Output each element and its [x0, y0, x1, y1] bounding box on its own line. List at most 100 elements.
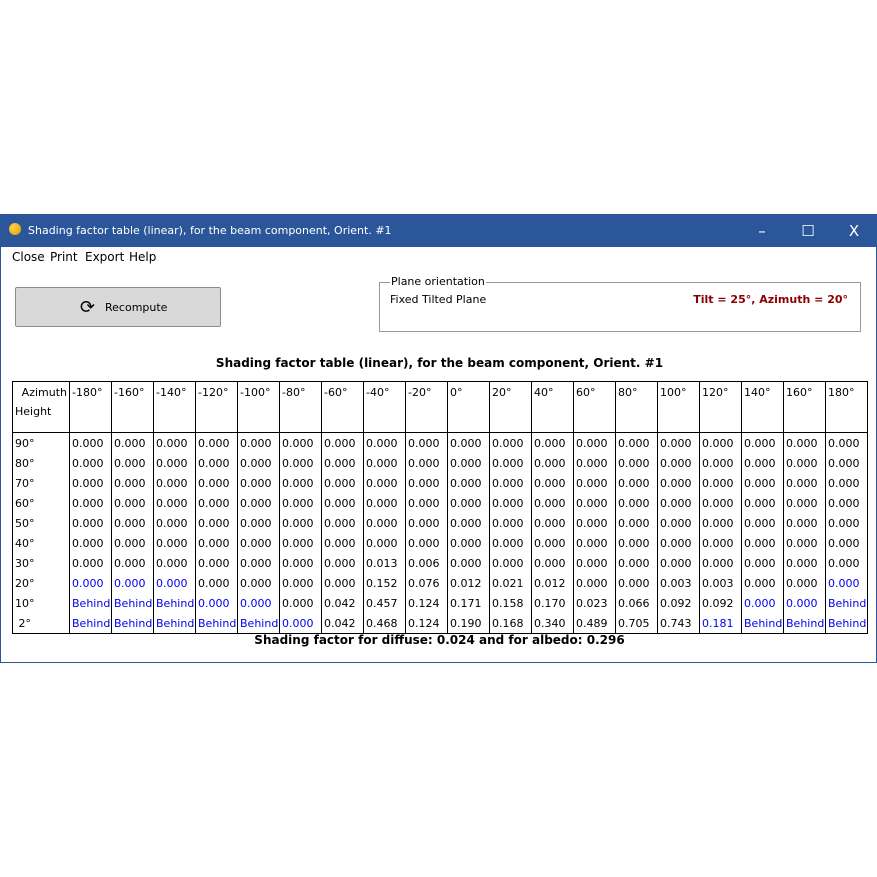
table-cell: 0.000 — [447, 513, 490, 533]
table-row: 40° 0.000 0.000 0.000 0.000 0.000 0.000 0.000 0.… — [12, 533, 868, 553]
table-cell: 0.000 — [405, 473, 448, 493]
table-cell: 0.000 — [111, 493, 154, 513]
table-cell: 0.000 — [195, 432, 238, 453]
table-cell: 0.000 — [783, 432, 826, 453]
table-cell: 0.042 — [321, 613, 364, 634]
table-cell: 0.000 — [321, 453, 364, 473]
recompute-label: Recompute — [105, 301, 168, 314]
minimize-button[interactable]: – — [739, 215, 785, 247]
table-cell: 0.000 — [573, 573, 616, 593]
table-cell: 0.000 — [741, 493, 784, 513]
table-cell: 0.003 — [657, 573, 700, 593]
maximize-button[interactable]: ☐ — [785, 215, 831, 247]
table-cell: 0.000 — [783, 533, 826, 553]
column-header: -80° — [279, 381, 322, 433]
column-header: -20° — [405, 381, 448, 433]
column-header: 160° — [783, 381, 826, 433]
table-cell: 0.000 — [741, 513, 784, 533]
recompute-button[interactable]: ⟳ Recompute — [15, 287, 221, 327]
table-cell: 0.000 — [657, 473, 700, 493]
table-cell: 0.000 — [615, 473, 658, 493]
table-cell: 0.000 — [699, 473, 742, 493]
table-cell: 0.000 — [489, 453, 532, 473]
table-cell: 0.000 — [699, 553, 742, 573]
row-height-label: 20° — [12, 573, 70, 593]
table-cell: 0.000 — [153, 533, 196, 553]
table-cell: 0.000 — [657, 533, 700, 553]
window: Shading factor table (linear), for the b… — [0, 214, 877, 663]
table-cell: 0.000 — [783, 453, 826, 473]
table-cell: 0.000 — [195, 473, 238, 493]
table-cell: 0.000 — [783, 553, 826, 573]
table-cell: 0.066 — [615, 593, 658, 613]
table-cell: 0.000 — [237, 473, 280, 493]
table-cell: Behind — [741, 613, 784, 634]
table-cell: 0.000 — [195, 573, 238, 593]
table-cell: 0.000 — [531, 432, 574, 453]
table-cell: 0.170 — [531, 593, 574, 613]
table-cell: 0.000 — [741, 432, 784, 453]
table-cell: 0.000 — [447, 553, 490, 573]
table-cell: 0.000 — [69, 533, 112, 553]
table-cell: 0.000 — [279, 573, 322, 593]
table-cell: 0.000 — [279, 453, 322, 473]
table-row: 20° 0.000 0.000 0.000 0.000 0.000 0.000 0.000 0.… — [12, 573, 868, 593]
table-row: 80° 0.000 0.000 0.000 0.000 0.000 0.000 0.000 0.… — [12, 453, 868, 473]
table-cell: 0.000 — [195, 513, 238, 533]
table-cell: Behind — [237, 613, 280, 634]
table-cell: 0.000 — [489, 533, 532, 553]
table-cell: 0.000 — [447, 473, 490, 493]
plane-orientation-group: Plane orientation Fixed Tilted Plane Til… — [379, 275, 861, 332]
table-cell: 0.000 — [237, 533, 280, 553]
column-header: 40° — [531, 381, 574, 433]
table-cell: 0.000 — [279, 613, 322, 634]
column-header: -40° — [363, 381, 406, 433]
table-cell: 0.000 — [615, 432, 658, 453]
table-cell: 0.158 — [489, 593, 532, 613]
table-cell: 0.000 — [741, 593, 784, 613]
table-cell: Behind — [153, 613, 196, 634]
table-cell: 0.000 — [489, 473, 532, 493]
table-cell: 0.000 — [615, 453, 658, 473]
table-cell: 0.000 — [531, 553, 574, 573]
menu-export[interactable]: Export — [85, 250, 124, 264]
table-cell: 0.000 — [321, 513, 364, 533]
table-cell: 0.000 — [69, 473, 112, 493]
table-cell: 0.000 — [531, 533, 574, 553]
table-cell: Behind — [111, 593, 154, 613]
table-cell: 0.000 — [153, 493, 196, 513]
table-cell: Behind — [153, 593, 196, 613]
table-cell: 0.000 — [783, 513, 826, 533]
column-header: 140° — [741, 381, 784, 433]
table-cell: 0.000 — [405, 533, 448, 553]
table-cell: 0.743 — [657, 613, 700, 634]
menu-print[interactable]: Print — [50, 250, 78, 264]
row-height-label: 10° — [12, 593, 70, 613]
table-cell: 0.000 — [321, 432, 364, 453]
menu-bar: Close Print Export Help — [1, 247, 876, 269]
table-cell: 0.000 — [321, 473, 364, 493]
table-cell: 0.000 — [405, 432, 448, 453]
azimuth-label: Azimuth — [21, 386, 67, 399]
close-window-button[interactable]: X — [831, 215, 877, 247]
table-cell: 0.000 — [153, 473, 196, 493]
table-cell: 0.000 — [153, 573, 196, 593]
table-cell: 0.000 — [699, 513, 742, 533]
table-cell: 0.000 — [615, 513, 658, 533]
menu-close[interactable]: Close — [12, 250, 45, 264]
table-cell: 0.000 — [321, 493, 364, 513]
height-label: Height — [15, 405, 52, 418]
table-cell: 0.000 — [531, 493, 574, 513]
row-height-label: 90° — [12, 432, 70, 453]
table-cell: 0.013 — [363, 553, 406, 573]
header-row: Azimuth Height -180° -160° -140° -120° -100° -8… — [12, 381, 868, 433]
menu-help[interactable]: Help — [129, 250, 156, 264]
table-cell: 0.000 — [111, 533, 154, 553]
table-cell: 0.042 — [321, 593, 364, 613]
table-cell: 0.000 — [489, 432, 532, 453]
table-row: 2° Behind Behind Behind Behind Behind 0.000 0.0… — [12, 613, 868, 634]
column-header: 180° — [825, 381, 868, 433]
table-cell: 0.000 — [783, 493, 826, 513]
table-cell: 0.705 — [615, 613, 658, 634]
table-cell: 0.000 — [69, 493, 112, 513]
